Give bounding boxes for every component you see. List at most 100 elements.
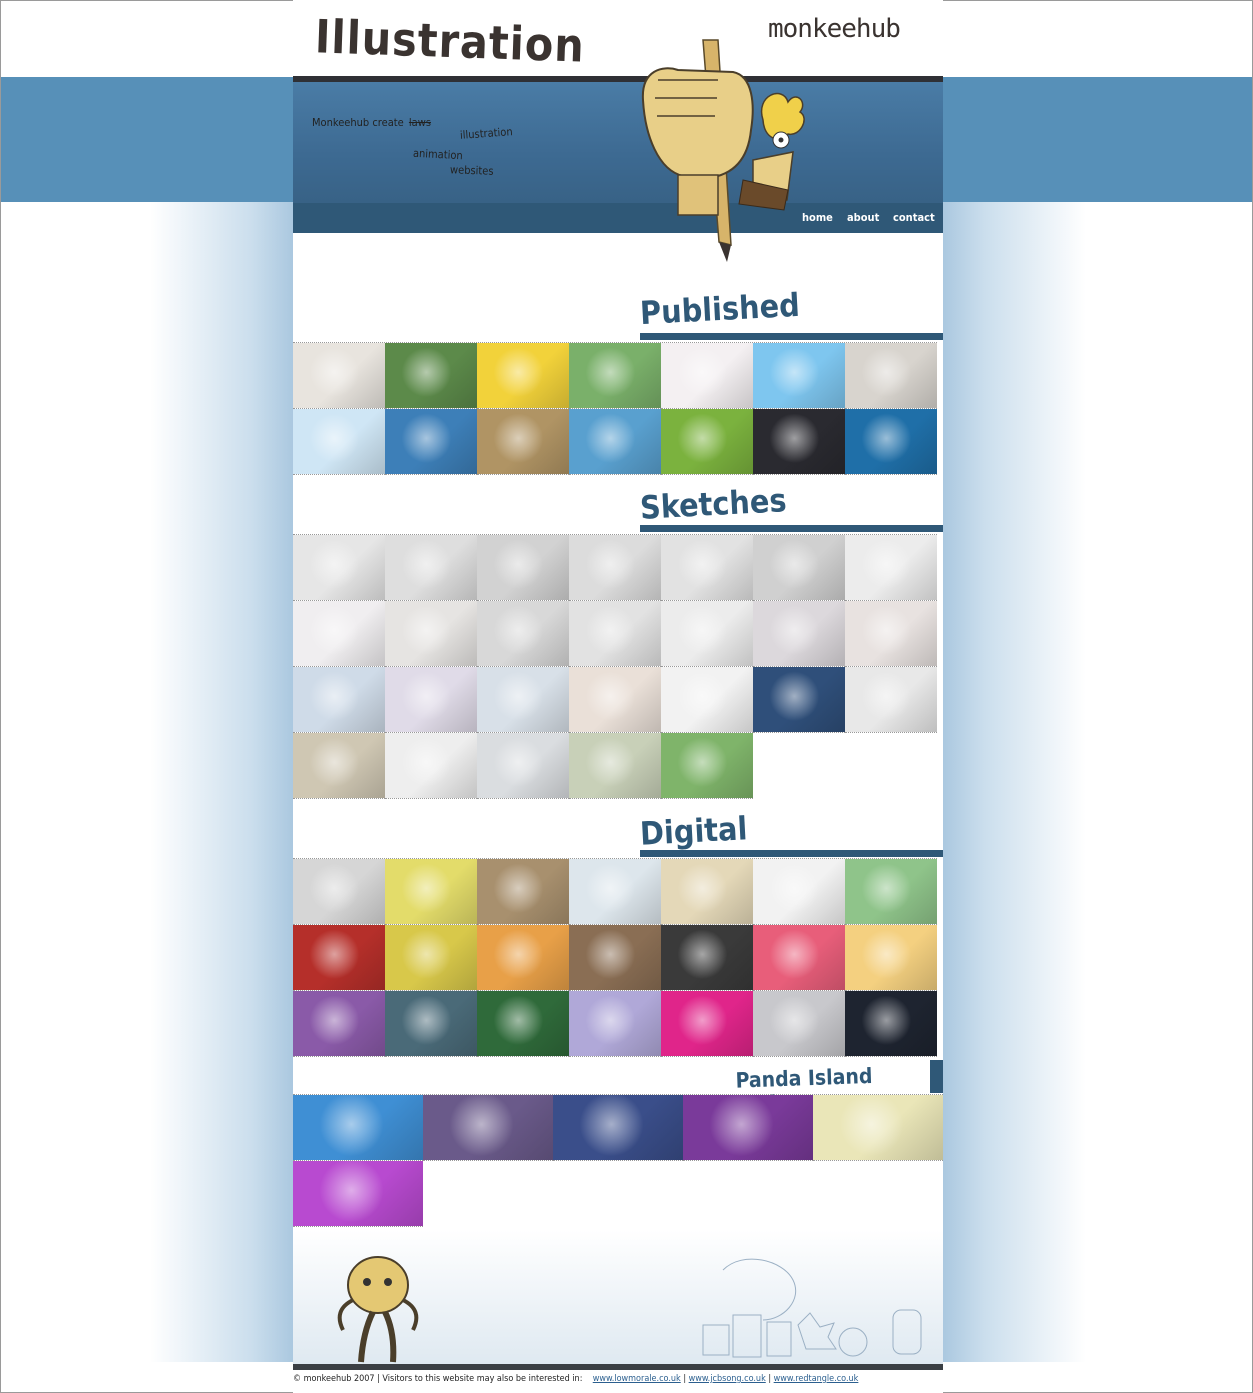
panda-island-thumbnail[interactable]: [293, 1095, 423, 1161]
sketch-thumbnail[interactable]: [385, 601, 477, 667]
sketch-thumbnail[interactable]: [385, 667, 477, 733]
digital-thumbnail-image: [661, 991, 753, 1056]
panda-island-thumbnail[interactable]: [683, 1095, 813, 1161]
footer-link-jcbsong[interactable]: www.jcbsong.co.uk: [689, 1374, 766, 1384]
footer-link-lowmorale[interactable]: www.lowmorale.co.uk: [593, 1374, 681, 1384]
digital-thumbnail[interactable]: [569, 859, 661, 925]
digital-thumbnail[interactable]: [661, 859, 753, 925]
footer-divider: [293, 1364, 943, 1370]
digital-thumbnail-image: [661, 925, 753, 990]
sketch-thumbnail-image: [385, 733, 477, 798]
sketch-thumbnail[interactable]: [477, 733, 569, 799]
published-thumbnail[interactable]: [569, 409, 661, 475]
site-title: Illustration: [314, 9, 586, 73]
published-thumbnail[interactable]: [385, 409, 477, 475]
digital-thumbnail[interactable]: [753, 991, 845, 1057]
published-thumbnail-image: [385, 409, 477, 474]
published-thumbnail-image: [569, 409, 661, 474]
digital-thumbnail[interactable]: [385, 859, 477, 925]
digital-thumbnail[interactable]: [477, 925, 569, 991]
sketch-thumbnail-image: [661, 667, 753, 732]
sketch-thumbnail-image: [293, 601, 385, 666]
digital-thumbnail[interactable]: [569, 991, 661, 1057]
sketch-thumbnail[interactable]: [845, 667, 937, 733]
published-thumbnail[interactable]: [477, 409, 569, 475]
footer-link-redtangle[interactable]: www.redtangle.co.uk: [774, 1374, 859, 1384]
published-gallery: [293, 342, 937, 475]
digital-thumbnail[interactable]: [293, 991, 385, 1057]
sketch-thumbnail-image: [569, 535, 661, 600]
published-thumbnail[interactable]: [845, 343, 937, 409]
sketch-thumbnail-image: [661, 733, 753, 798]
sketch-thumbnail-image: [477, 733, 569, 798]
sketch-thumbnail[interactable]: [569, 601, 661, 667]
sketch-thumbnail[interactable]: [385, 535, 477, 601]
published-thumbnail[interactable]: [753, 343, 845, 409]
sketch-thumbnail[interactable]: [845, 601, 937, 667]
published-thumbnail[interactable]: [661, 343, 753, 409]
sketch-thumbnail[interactable]: [385, 733, 477, 799]
nav-about[interactable]: about: [847, 211, 879, 224]
sketch-thumbnail-image: [293, 667, 385, 732]
digital-thumbnail[interactable]: [293, 925, 385, 991]
digital-thumbnail[interactable]: [293, 859, 385, 925]
section-title-sketches: Sketches: [639, 481, 788, 527]
sketch-thumbnail-image: [845, 667, 937, 732]
main-navigation: home about contact: [293, 203, 943, 233]
sketch-thumbnail[interactable]: [569, 535, 661, 601]
published-thumbnail[interactable]: [753, 409, 845, 475]
left-glow-decoration: [150, 202, 295, 1362]
digital-thumbnail-image: [845, 925, 937, 990]
panda-island-thumbnail-image: [423, 1095, 553, 1160]
sketch-thumbnail[interactable]: [293, 667, 385, 733]
panda-island-thumbnail[interactable]: [553, 1095, 683, 1161]
published-thumbnail[interactable]: [477, 343, 569, 409]
sketch-thumbnail[interactable]: [477, 535, 569, 601]
published-thumbnail[interactable]: [569, 343, 661, 409]
sketch-thumbnail-image: [845, 601, 937, 666]
digital-thumbnail-image: [845, 991, 937, 1056]
sketch-thumbnail[interactable]: [477, 601, 569, 667]
digital-thumbnail[interactable]: [661, 925, 753, 991]
digital-thumbnail[interactable]: [753, 925, 845, 991]
published-thumbnail[interactable]: [293, 343, 385, 409]
sketch-thumbnail[interactable]: [753, 601, 845, 667]
digital-thumbnail[interactable]: [753, 859, 845, 925]
sketch-thumbnail[interactable]: [569, 667, 661, 733]
panda-island-thumbnail[interactable]: [423, 1095, 553, 1161]
sketch-thumbnail[interactable]: [569, 733, 661, 799]
digital-thumbnail[interactable]: [569, 925, 661, 991]
sketch-thumbnail[interactable]: [293, 601, 385, 667]
sketch-thumbnail[interactable]: [845, 535, 937, 601]
published-thumbnail[interactable]: [661, 409, 753, 475]
digital-thumbnail[interactable]: [845, 991, 937, 1057]
sketch-thumbnail[interactable]: [661, 535, 753, 601]
digital-thumbnail[interactable]: [385, 991, 477, 1057]
digital-thumbnail[interactable]: [845, 925, 937, 991]
digital-thumbnail[interactable]: [385, 925, 477, 991]
panda-island-thumbnail-image: [683, 1095, 813, 1160]
digital-thumbnail[interactable]: [477, 991, 569, 1057]
panda-island-thumbnail[interactable]: [813, 1095, 943, 1161]
published-thumbnail[interactable]: [385, 343, 477, 409]
sketch-thumbnail[interactable]: [661, 601, 753, 667]
published-thumbnail[interactable]: [845, 409, 937, 475]
sketch-thumbnail[interactable]: [293, 733, 385, 799]
digital-thumbnail[interactable]: [661, 991, 753, 1057]
sketch-thumbnail[interactable]: [293, 535, 385, 601]
panda-island-thumbnail-image: [553, 1095, 683, 1160]
sketch-thumbnail[interactable]: [753, 667, 845, 733]
published-thumbnail[interactable]: [293, 409, 385, 475]
digital-thumbnail[interactable]: [845, 859, 937, 925]
nav-contact[interactable]: contact: [893, 211, 935, 224]
footer: © monkeehub 2007 | Visitors to this webs…: [293, 1374, 858, 1384]
panda-island-thumbnail[interactable]: [293, 1161, 423, 1227]
footer-characters-illustration: [337, 1256, 922, 1363]
sketch-thumbnail[interactable]: [753, 535, 845, 601]
digital-thumbnail[interactable]: [477, 859, 569, 925]
mascot-fist-pencil-illustration: [641, 39, 805, 262]
sketch-thumbnail[interactable]: [661, 667, 753, 733]
sketch-thumbnail[interactable]: [477, 667, 569, 733]
sketch-thumbnail-image: [477, 535, 569, 600]
sketch-thumbnail[interactable]: [661, 733, 753, 799]
